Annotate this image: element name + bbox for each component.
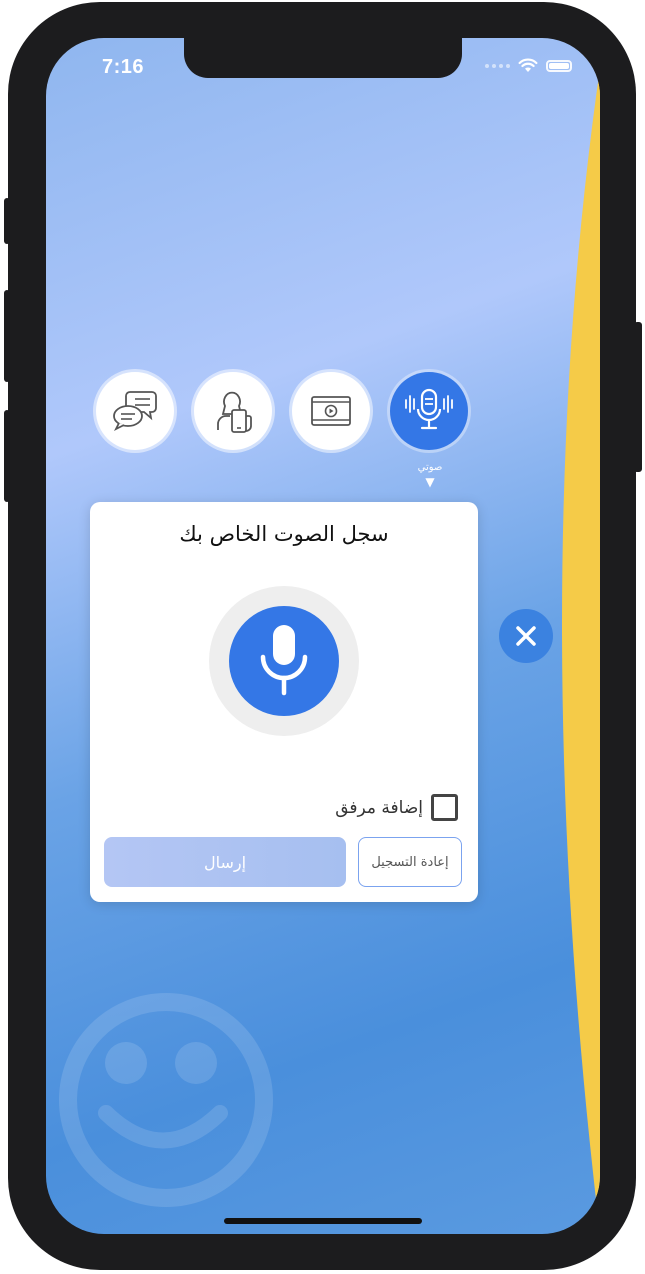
cellular-signal-icon — [485, 63, 510, 68]
tab-selfie[interactable] — [194, 372, 272, 450]
microphone-soundwave-icon — [405, 388, 453, 430]
send-button[interactable]: إرسال — [104, 837, 346, 887]
chat-bubbles-icon — [113, 391, 157, 432]
power-button — [634, 322, 642, 472]
app-screen: 7:16 صوتي ▼ سجل الصوت الخاص بك إضافة مرف… — [46, 38, 600, 1234]
attach-row: إضافة مرفق — [335, 794, 458, 821]
smiley-face-watermark — [59, 993, 273, 1207]
record-card: سجل الصوت الخاص بك إضافة مرفق إرسال إعاد… — [90, 502, 478, 902]
volume-up-button — [4, 290, 10, 382]
mute-switch — [4, 198, 10, 244]
close-button[interactable] — [499, 609, 553, 663]
tab-voice-label: صوتي — [417, 462, 443, 473]
attach-label: إضافة مرفق — [335, 797, 423, 818]
status-time: 7:16 — [102, 56, 145, 78]
attach-checkbox[interactable] — [431, 794, 458, 821]
video-player-icon — [311, 396, 351, 426]
active-tab-caret-icon: ▼ — [425, 475, 435, 489]
tab-chat[interactable] — [96, 372, 174, 450]
home-indicator[interactable] — [224, 1218, 422, 1224]
rerecord-button[interactable]: إعادة التسجيل — [358, 837, 462, 887]
close-icon — [516, 626, 536, 646]
microphone-icon — [260, 625, 308, 696]
card-title: سجل الصوت الخاص بك — [179, 522, 389, 546]
volume-down-button — [4, 410, 10, 502]
battery-icon — [546, 59, 572, 72]
tab-voice[interactable] — [390, 372, 468, 450]
status-icons — [485, 58, 572, 73]
selfie-phone-icon — [217, 391, 252, 433]
notch — [184, 38, 462, 78]
media-type-tabs — [96, 372, 474, 452]
tab-video[interactable] — [292, 372, 370, 450]
wifi-icon — [518, 58, 538, 72]
yellow-side-shape — [562, 68, 600, 1234]
record-button-inner — [229, 606, 339, 716]
record-button[interactable] — [209, 586, 359, 736]
